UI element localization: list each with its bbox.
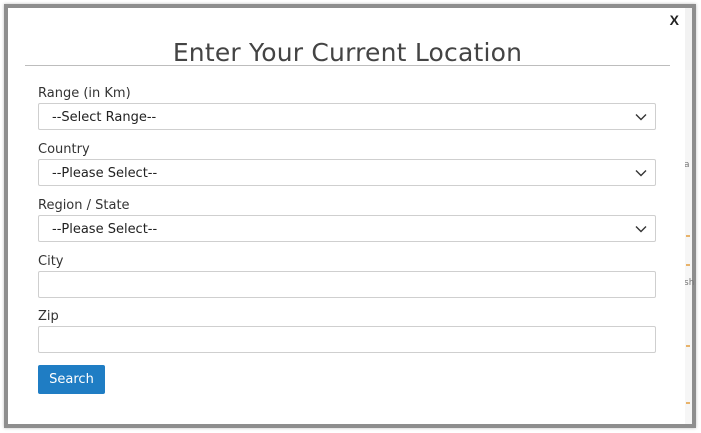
country-label: Country [38,142,90,157]
title-divider [25,65,670,66]
background-map-marker [686,264,690,266]
close-button[interactable]: X [670,12,679,28]
range-select[interactable]: --Select Range-- [38,103,656,130]
search-button[interactable]: Search [38,365,105,394]
range-label: Range (in Km) [38,86,131,101]
region-select-value: --Please Select-- [52,222,158,237]
zip-label: Zip [38,309,59,324]
chevron-down-icon [635,226,647,233]
range-select-value: --Select Range-- [52,110,157,125]
background-map-marker [686,402,690,404]
city-label: City [38,254,64,269]
country-select[interactable]: --Please Select-- [38,159,656,186]
region-label: Region / State [38,198,130,213]
location-modal: X Enter Your Current Location Range (in … [8,8,685,424]
background-text-sh: sh [684,278,695,288]
country-select-value: --Please Select-- [52,166,158,181]
city-input[interactable] [38,271,656,298]
zip-input[interactable] [38,326,656,353]
chevron-down-icon [635,170,647,177]
modal-title: Enter Your Current Location [172,38,523,67]
background-map-marker [686,235,690,237]
background-map-marker [686,345,690,347]
chevron-down-icon [635,114,647,121]
region-select[interactable]: --Please Select-- [38,215,656,242]
